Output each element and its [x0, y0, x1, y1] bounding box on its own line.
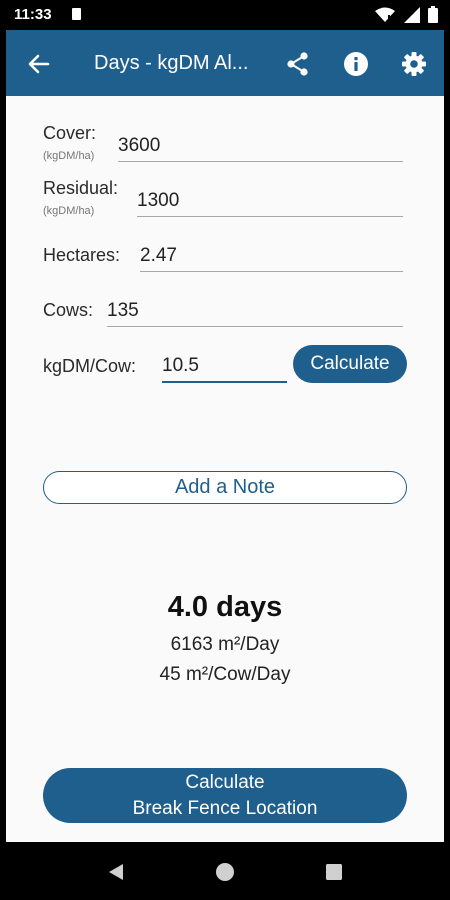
info-icon[interactable] [342, 50, 370, 78]
share-icon[interactable] [284, 50, 312, 78]
result-area-per-day: 6163 m²/Day [170, 634, 280, 655]
home-circle-icon[interactable] [214, 861, 236, 883]
back-triangle-icon[interactable] [105, 861, 127, 883]
calculate-button[interactable]: Calculate [293, 345, 407, 383]
kgdm-cow-label: kgDM/Cow: [43, 356, 137, 376]
result-days: 4.0 days [167, 591, 283, 623]
signal-icon [403, 6, 420, 23]
system-nav-bar [6, 842, 444, 900]
app-bar: Days - kgDM Al... [6, 30, 444, 96]
cows-input[interactable] [107, 300, 403, 327]
wifi-icon [375, 7, 396, 22]
page-title: Days - kgDM Al... [94, 52, 249, 74]
app-screen: 11:33 Days - kgDM Al... Cover: (kgDM/ha)… [6, 0, 444, 900]
result-area-per-cow-day: 45 m²/Cow/Day [159, 664, 291, 685]
cows-label: Cows: [43, 300, 94, 320]
calculate-break-fence-button[interactable]: Calculate Break Fence Location [43, 768, 407, 823]
add-note-button[interactable]: Add a Note [43, 471, 407, 504]
battery-icon [428, 6, 438, 24]
cover-input[interactable] [118, 135, 403, 162]
recents-square-icon[interactable] [323, 861, 345, 883]
status-time: 11:33 [14, 6, 52, 23]
back-arrow-icon[interactable] [26, 51, 52, 77]
hectares-input[interactable] [140, 245, 403, 272]
status-bar: 11:33 [6, 0, 444, 30]
kgdm-cow-input[interactable] [162, 355, 287, 383]
hectares-label: Hectares: [43, 245, 121, 265]
residual-input[interactable] [137, 190, 403, 217]
status-icons [371, 6, 438, 24]
settings-gear-icon[interactable] [400, 50, 428, 78]
residual-unit: (kgDM/ha) [43, 205, 95, 217]
break-fence-line2: Break Fence Location [132, 797, 318, 819]
break-fence-line1: Calculate [185, 771, 265, 793]
cover-unit: (kgDM/ha) [43, 150, 95, 162]
residual-label: Residual: [43, 178, 119, 198]
sim-card-icon [72, 8, 81, 20]
cover-label: Cover: [43, 123, 97, 143]
